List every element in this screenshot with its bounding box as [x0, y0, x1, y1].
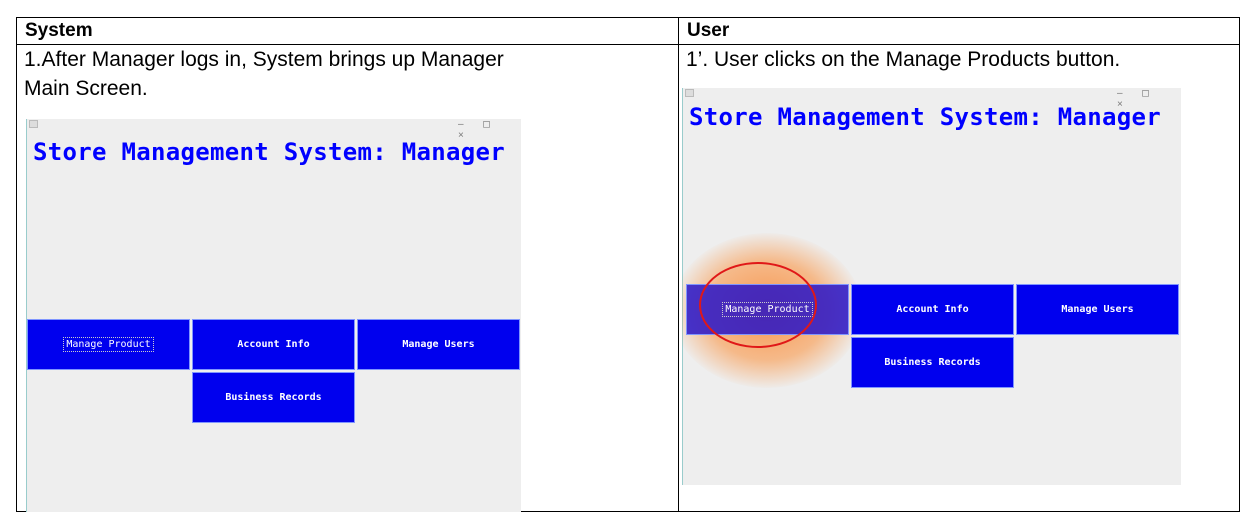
app-icon: [29, 120, 38, 128]
user-column-header: User: [687, 20, 730, 41]
column-divider: [678, 18, 679, 511]
system-step-line-1: 1.After Manager logs in, System brings u…: [24, 48, 504, 71]
system-column-header: System: [25, 20, 93, 41]
window-title: Store Management System: Manager: [33, 138, 505, 166]
manage-product-button[interactable]: Manage Product: [27, 319, 190, 370]
system-step-text: 1.After Manager logs in, System brings u…: [24, 45, 504, 103]
account-info-button[interactable]: Account Info: [192, 319, 355, 370]
app-icon: [685, 89, 694, 97]
window-title: Store Management System: Manager: [689, 103, 1161, 131]
manage-users-button[interactable]: Manage Users: [357, 319, 520, 370]
click-highlight-ring: [699, 262, 817, 348]
manager-main-screen-left: – ◻ × Store Management System: Manager M…: [26, 119, 521, 512]
account-info-button[interactable]: Account Info: [851, 284, 1014, 335]
manage-users-button[interactable]: Manage Users: [1016, 284, 1179, 335]
business-records-button[interactable]: Business Records: [192, 372, 355, 423]
manager-main-screen-right: – ◻ × Store Management System: Manager M…: [682, 88, 1181, 485]
business-records-button[interactable]: Business Records: [851, 337, 1014, 388]
system-step-line-2: Main Screen.: [24, 77, 148, 100]
manage-product-label: Manage Product: [63, 337, 154, 352]
user-step-text: 1’. User clicks on the Manage Products b…: [686, 48, 1121, 71]
